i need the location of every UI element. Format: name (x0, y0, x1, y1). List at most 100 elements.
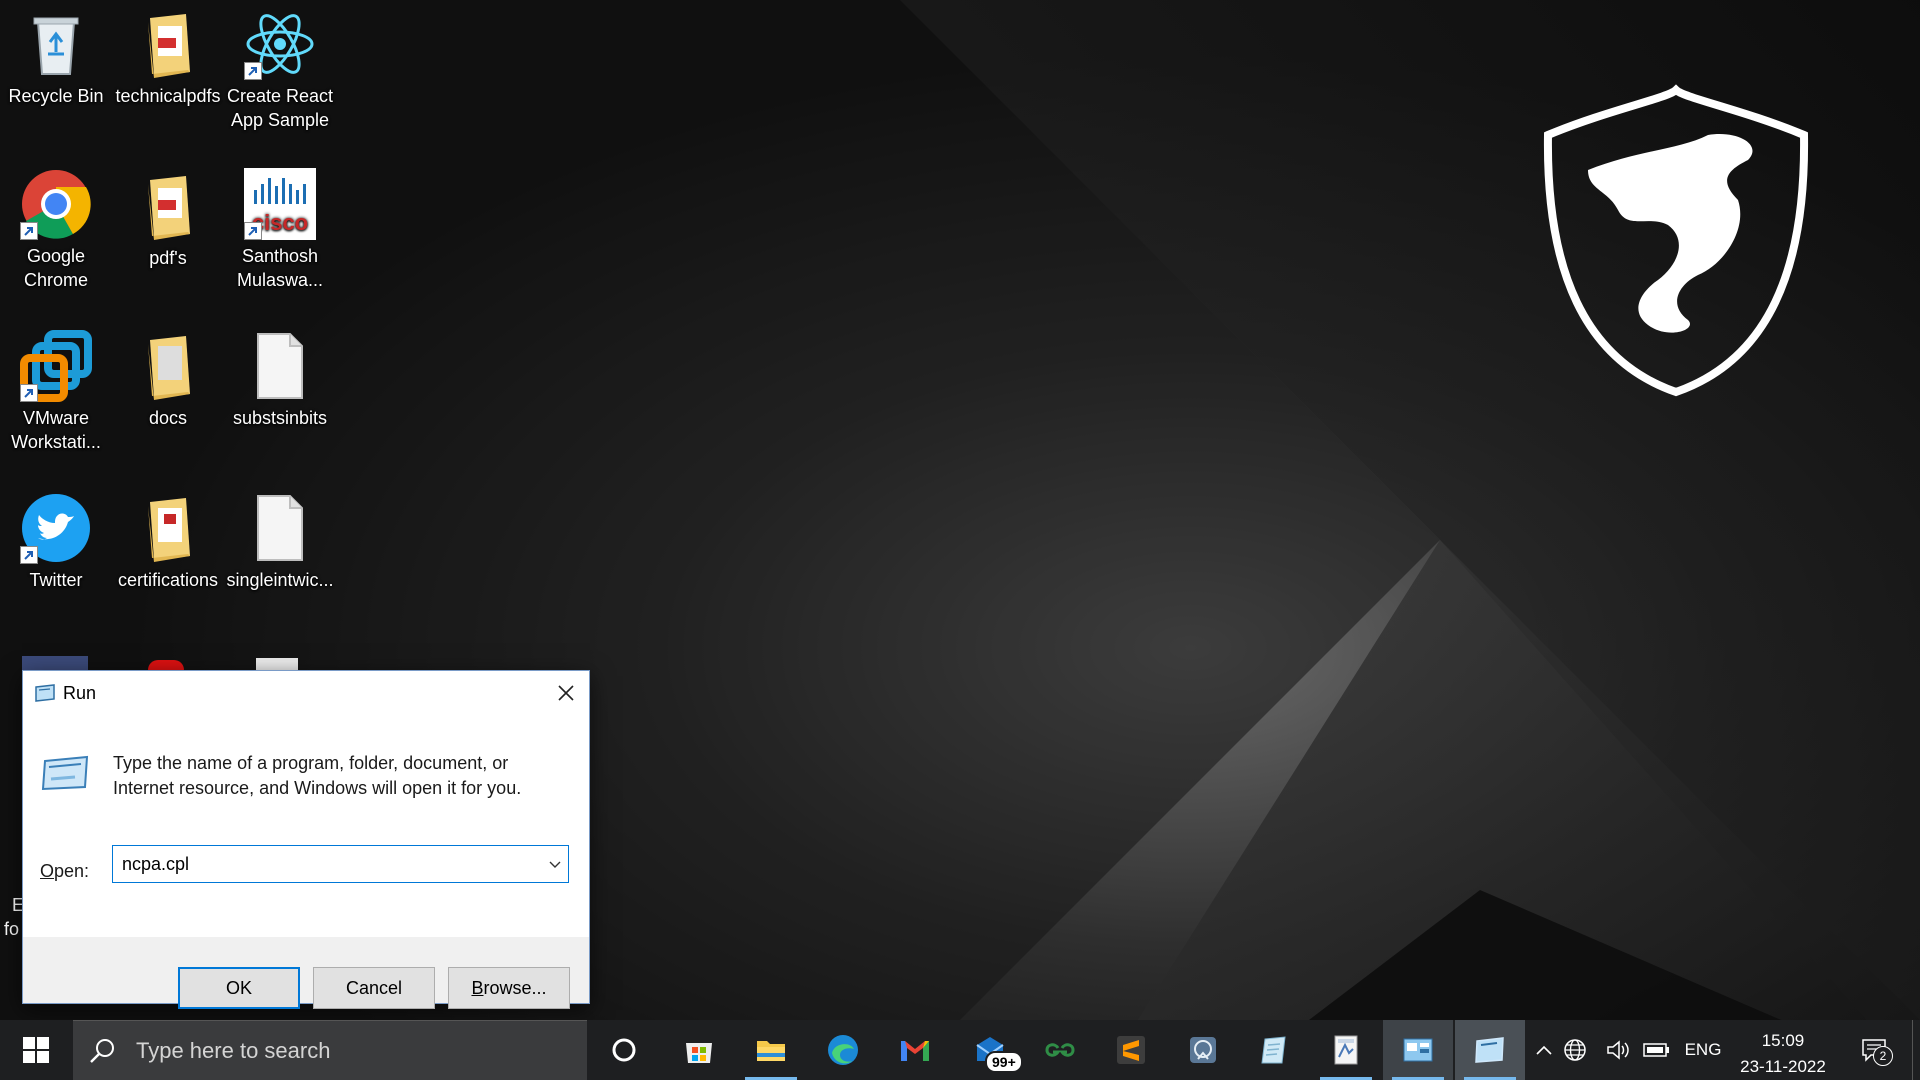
desktop-icon-recycle-bin[interactable]: Recycle Bin (0, 8, 112, 108)
gmail-icon (901, 1041, 929, 1061)
mail-unread-badge: 99+ (985, 1051, 1023, 1073)
network-button[interactable] (1558, 1020, 1592, 1080)
clock-button[interactable]: 15:09 23-11-2022 (1728, 1028, 1838, 1080)
show-desktop-button[interactable] (1912, 1020, 1920, 1080)
browse-label-text: rowse... (483, 977, 547, 998)
chevron-down-icon[interactable] (548, 857, 562, 871)
desktop-icon-label: technicalpdfs (115, 86, 221, 106)
desktop-icon-technicalpdfs[interactable]: technicalpdfs (112, 8, 224, 108)
notepad-icon (1261, 1036, 1286, 1064)
shortcut-arrow-icon (20, 222, 38, 240)
run-body: Type the name of a program, folder, docu… (23, 715, 589, 937)
partial-desktop-icon-3[interactable] (256, 658, 298, 670)
taskbar-run[interactable] (1455, 1020, 1525, 1080)
cancel-button[interactable]: Cancel (313, 967, 435, 1009)
desktop-icon-label-2: App Sample (230, 110, 330, 130)
taskbar-photos[interactable] (1168, 1020, 1238, 1080)
taskbar-control-panel[interactable] (1383, 1020, 1453, 1080)
run-icon (35, 684, 55, 702)
desktop-icon-label: Santhosh (241, 246, 319, 266)
desktop-icon-label: certifications (117, 570, 219, 590)
input-language-button[interactable]: ENG (1680, 1020, 1726, 1080)
desktop-icon-label: Google (26, 246, 86, 266)
clock-date: 23-11-2022 (1740, 1057, 1826, 1076)
control-panel-icon (1403, 1038, 1433, 1062)
taskbar-sublime-text[interactable] (1096, 1020, 1166, 1080)
taskbar-pdf-app[interactable] (1311, 1020, 1381, 1080)
windows-logo-icon (23, 1037, 49, 1063)
edge-icon (828, 1035, 858, 1065)
desktop-icon-santhosh[interactable]: cisco Santhosh Mulaswa... (224, 168, 336, 292)
desktop-icon-label: Create React (226, 86, 334, 106)
desktop-icon-docs[interactable]: docs (112, 330, 224, 430)
open-combobox[interactable] (112, 845, 569, 883)
open-label-text: pen: (54, 861, 90, 881)
taskbar-file-explorer[interactable] (736, 1020, 806, 1080)
partial-label-fo: fo (4, 919, 20, 939)
taskbar-cortana[interactable] (589, 1020, 659, 1080)
desktop-icon-label: VMware (22, 408, 89, 428)
browse-button[interactable]: Browse... (448, 967, 570, 1009)
partial-desktop-icon-1[interactable] (22, 656, 88, 670)
desktop-icon-label-2: Chrome (23, 270, 89, 290)
desktop-icon-singleintwic[interactable]: singleintwic... (224, 492, 336, 592)
taskbar-microsoft-store[interactable] (664, 1020, 734, 1080)
run-title: Run (63, 682, 97, 703)
search-placeholder: Type here to search (136, 1037, 331, 1063)
pdf-folder-icon (148, 14, 190, 78)
run-description-line-2: Internet resource, and Windows will open… (113, 778, 522, 798)
desktop-icon-vmware[interactable]: VMware Workstati... (0, 330, 112, 454)
geeksforgeeks-icon (1045, 1043, 1075, 1057)
run-button-bar: OK Cancel Browse... (23, 937, 589, 1009)
taskbar-geeksforgeeks[interactable] (1025, 1020, 1095, 1080)
show-hidden-icons-button[interactable] (1530, 1020, 1558, 1080)
battery-button[interactable] (1640, 1020, 1674, 1080)
taskbar-notepad[interactable] (1240, 1020, 1310, 1080)
ok-button[interactable]: OK (178, 967, 300, 1009)
folder-icon (148, 336, 190, 400)
taskbar-edge[interactable] (808, 1020, 878, 1080)
desktop-icon-twitter[interactable]: Twitter (0, 492, 112, 592)
desktop-icon-label: substsinbits (232, 408, 328, 428)
desktop-icon-certifications[interactable]: certifications (112, 492, 224, 592)
photos-icon (1190, 1037, 1216, 1063)
speaker-icon (1607, 1040, 1629, 1060)
desktop-icon-pdfs[interactable]: pdf's (112, 170, 224, 270)
run-description: Type the name of a program, folder, docu… (113, 751, 553, 801)
desktop-icon-label: singleintwic... (226, 570, 334, 590)
clock-time: 15:09 (1761, 1031, 1805, 1050)
close-icon (558, 685, 574, 701)
cortana-icon (612, 1038, 636, 1062)
taskbar: Type here to search 99+ ENG 15:09 23-11-… (0, 1020, 1920, 1080)
shortcut-arrow-icon (20, 546, 38, 564)
volume-button[interactable] (1602, 1020, 1636, 1080)
open-input[interactable] (113, 846, 542, 882)
desktop-icon-label: docs (148, 408, 188, 428)
taskbar-mail[interactable]: 99+ (955, 1020, 1025, 1080)
folder-icon (148, 498, 190, 562)
shortcut-arrow-icon (244, 222, 262, 240)
desktop-icon-google-chrome[interactable]: Google Chrome (0, 168, 112, 292)
microsoft-store-icon (686, 1043, 712, 1063)
close-button[interactable] (543, 671, 589, 715)
file-icon (257, 495, 303, 561)
desktop-icon-label-2: Mulaswa... (236, 270, 324, 290)
recycle-bin-icon (33, 17, 79, 75)
run-icon (1475, 1037, 1504, 1063)
sublime-text-icon (1117, 1036, 1145, 1064)
desktop-icon-label: Recycle Bin (8, 86, 104, 106)
pdf-app-icon (1334, 1035, 1358, 1065)
language-indicator: ENG (1684, 1040, 1722, 1059)
taskbar-gmail[interactable] (880, 1020, 950, 1080)
partial-desktop-icon-2[interactable] (148, 660, 184, 670)
run-titlebar[interactable]: Run (23, 671, 589, 715)
open-label: Open: (40, 861, 89, 882)
start-button[interactable] (0, 1020, 72, 1080)
search-icon (90, 1038, 114, 1063)
desktop-icon-substsinbits[interactable]: substsinbits (224, 330, 336, 430)
desktop-icon-create-react[interactable]: Create React App Sample (224, 8, 336, 132)
run-description-line-1: Type the name of a program, folder, docu… (113, 753, 509, 773)
notification-center-button[interactable]: 2 (1854, 1020, 1894, 1080)
taskbar-search-box[interactable]: Type here to search (73, 1020, 587, 1080)
desktop-icon-label: Twitter (29, 570, 83, 590)
